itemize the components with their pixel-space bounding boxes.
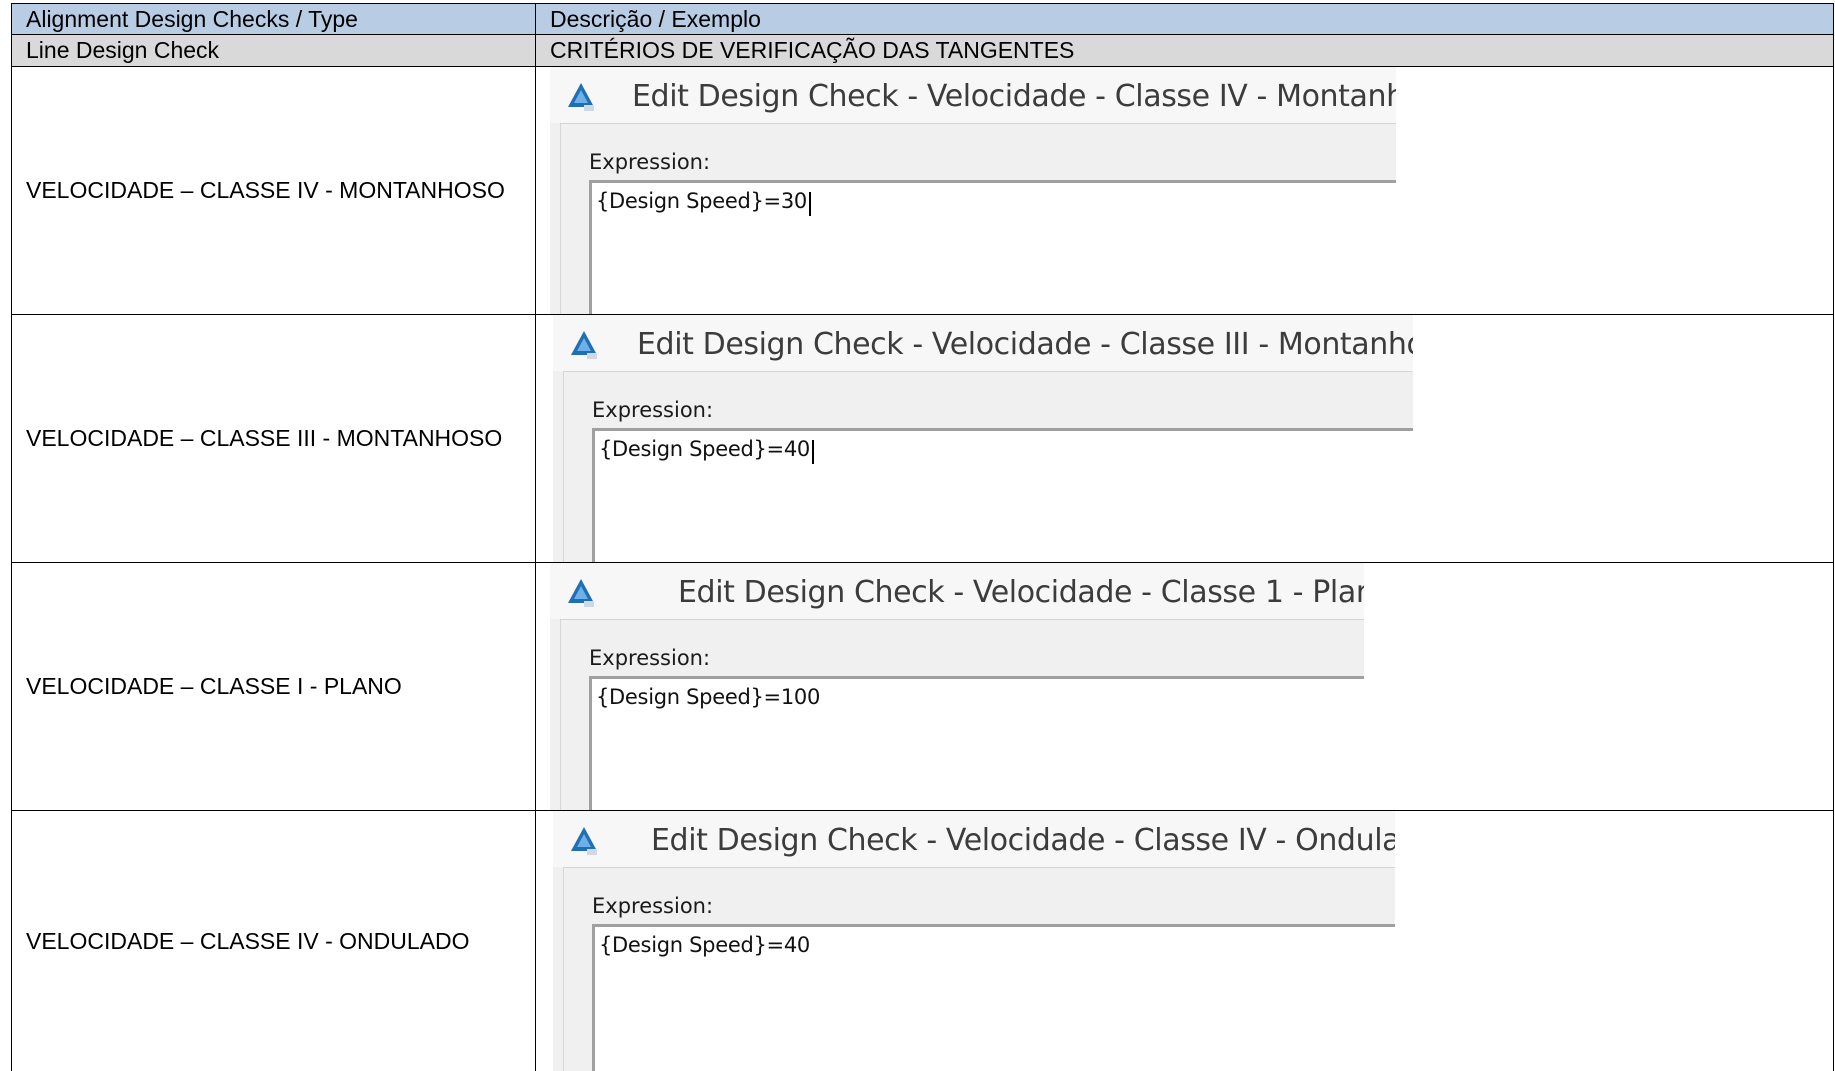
expression-value: {Design Speed}=100 bbox=[596, 685, 820, 709]
dialog-title: Edit Design Check - Velocidade - Classe … bbox=[678, 575, 1364, 610]
expression-field[interactable]: {Design Speed}=40 bbox=[592, 924, 1395, 1071]
expression-label: Expression: bbox=[589, 646, 710, 670]
subheader-check-type: Line Design Check bbox=[12, 35, 536, 67]
table-row: VELOCIDADE – CLASSE IV - ONDULADO Edit D… bbox=[12, 811, 1834, 1071]
dialog-title: Edit Design Check - Velocidade - Classe … bbox=[651, 823, 1395, 858]
row-label: VELOCIDADE – CLASSE IV - ONDULADO bbox=[12, 811, 536, 1071]
dialog-screenshot-cell: Edit Design Check - Velocidade - Classe … bbox=[536, 315, 1834, 563]
text-caret bbox=[809, 192, 811, 216]
expression-field[interactable]: {Design Speed}=40 bbox=[592, 428, 1413, 562]
row-label: VELOCIDADE – CLASSE I - PLANO bbox=[12, 563, 536, 811]
civil3d-logo-icon bbox=[567, 825, 601, 857]
dialog-body: Expression: {Design Speed}=30 bbox=[560, 123, 1396, 314]
expression-field[interactable]: {Design Speed}=100 bbox=[589, 676, 1364, 810]
table-row: VELOCIDADE – CLASSE I - PLANO Edit Desig… bbox=[12, 563, 1834, 811]
dialog-screenshot-cell: Edit Design Check - Velocidade - Classe … bbox=[536, 563, 1834, 811]
civil3d-logo-icon bbox=[567, 329, 601, 361]
dialog-body: Expression: {Design Speed}=40 bbox=[563, 867, 1395, 1071]
row-label: VELOCIDADE – CLASSE III - MONTANHOSO bbox=[12, 315, 536, 563]
civil3d-logo-icon bbox=[564, 81, 598, 113]
row-label: VELOCIDADE – CLASSE IV - MONTANHOSO bbox=[12, 67, 536, 315]
dialog-title-bar: Edit Design Check - Velocidade - Classe … bbox=[550, 563, 1364, 619]
table-subheader-row: Line Design Check CRITÉRIOS DE VERIFICAÇ… bbox=[12, 35, 1834, 67]
expression-value: {Design Speed}=40 bbox=[599, 933, 810, 957]
expression-value: {Design Speed}=40 bbox=[599, 437, 810, 461]
edit-design-check-dialog: Edit Design Check - Velocidade - Classe … bbox=[553, 315, 1413, 562]
header-col-type: Alignment Design Checks / Type bbox=[12, 4, 536, 35]
dialog-title: Edit Design Check - Velocidade - Classe … bbox=[632, 79, 1396, 114]
edit-design-check-dialog: Edit Design Check - Velocidade - Classe … bbox=[553, 811, 1395, 1071]
table-row: VELOCIDADE – CLASSE IV - MONTANHOSO Edit… bbox=[12, 67, 1834, 315]
dialog-title-bar: Edit Design Check - Velocidade - Classe … bbox=[550, 67, 1396, 123]
dialog-body: Expression: {Design Speed}=40 bbox=[563, 371, 1413, 562]
table-header-row: Alignment Design Checks / Type Descrição… bbox=[12, 4, 1834, 35]
expression-field[interactable]: {Design Speed}=30 bbox=[589, 180, 1396, 314]
text-caret bbox=[812, 440, 814, 464]
dialog-title: Edit Design Check - Velocidade - Classe … bbox=[637, 327, 1413, 362]
dialog-body: Expression: {Design Speed}=100 bbox=[560, 619, 1364, 810]
dialog-screenshot-cell: Edit Design Check - Velocidade - Classe … bbox=[536, 811, 1834, 1071]
dialog-screenshot-cell: Edit Design Check - Velocidade - Classe … bbox=[536, 67, 1834, 315]
civil3d-logo-icon bbox=[564, 577, 598, 609]
dialog-title-bar: Edit Design Check - Velocidade - Classe … bbox=[553, 315, 1413, 371]
edit-design-check-dialog: Edit Design Check - Velocidade - Classe … bbox=[550, 563, 1364, 810]
edit-design-check-dialog: Edit Design Check - Velocidade - Classe … bbox=[550, 67, 1396, 314]
header-col-description: Descrição / Exemplo bbox=[536, 4, 1834, 35]
expression-value: {Design Speed}=30 bbox=[596, 189, 807, 213]
table-row: VELOCIDADE – CLASSE III - MONTANHOSO Edi… bbox=[12, 315, 1834, 563]
dialog-title-bar: Edit Design Check - Velocidade - Classe … bbox=[553, 811, 1395, 867]
expression-label: Expression: bbox=[592, 894, 713, 918]
expression-label: Expression: bbox=[592, 398, 713, 422]
subheader-criteria: CRITÉRIOS DE VERIFICAÇÃO DAS TANGENTES bbox=[536, 35, 1834, 67]
expression-label: Expression: bbox=[589, 150, 710, 174]
design-checks-table: Alignment Design Checks / Type Descrição… bbox=[11, 3, 1834, 1071]
